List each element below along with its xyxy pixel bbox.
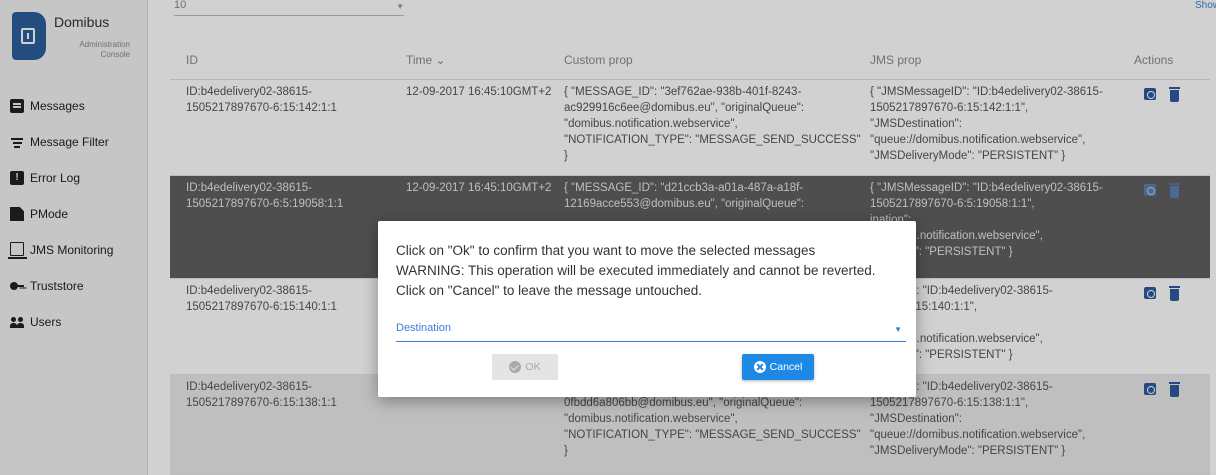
destination-placeholder: Destination [396,322,452,334]
dialog-warning-text: WARNING: This operation will be executed… [396,263,876,278]
cancel-button-label: Cancel [769,361,803,373]
ok-button[interactable]: OK [492,354,558,380]
chevron-down-icon: ▼ [894,325,902,334]
dialog-cancel-hint: Click on "Cancel" to leave the message u… [396,283,703,298]
cancel-button[interactable]: Cancel [742,354,814,380]
dialog-message: Click on "Ok" to confirm that you want t… [396,241,906,301]
check-circle-icon [509,361,522,373]
destination-select[interactable]: Destination ▼ [396,322,906,342]
dialog-confirm-text: Click on "Ok" to confirm that you want t… [396,243,816,258]
close-circle-icon [753,361,766,373]
move-confirmation-dialog: Click on "Ok" to confirm that you want t… [378,221,916,397]
ok-button-label: OK [525,361,541,373]
